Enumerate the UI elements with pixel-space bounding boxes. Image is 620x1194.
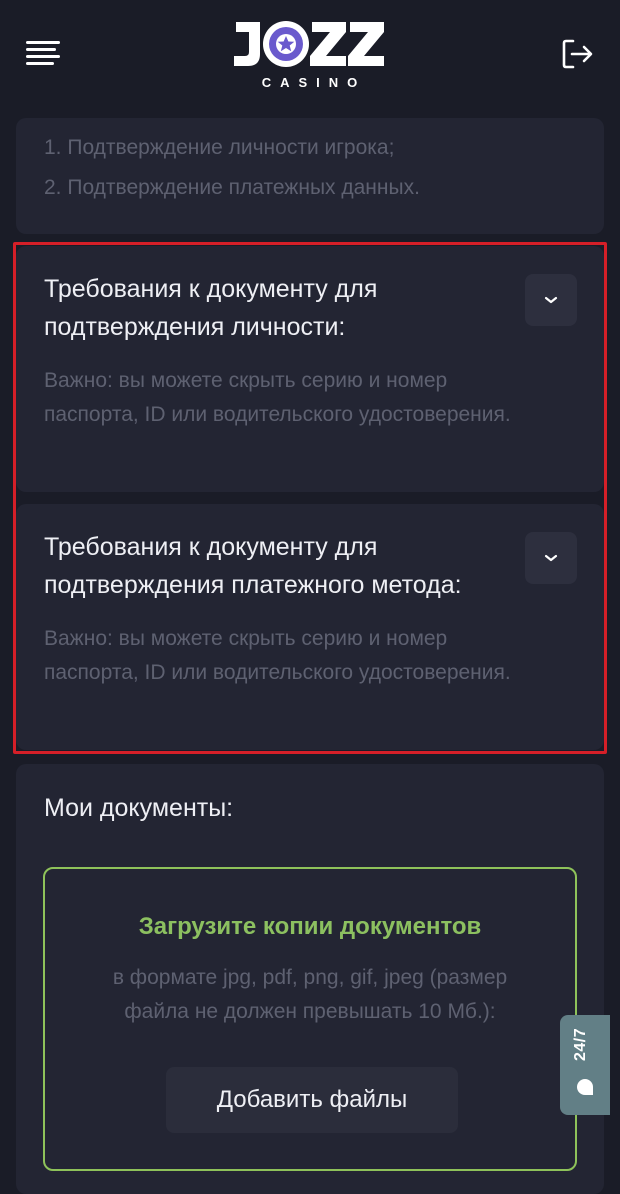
upload-dropzone[interactable]: Загрузите копии документов в формате jpg… <box>43 867 577 1171</box>
menu-icon[interactable] <box>26 41 62 67</box>
accordion-title: Требования к документу для подтверждения… <box>44 533 462 599</box>
verification-steps-card: 1. Подтверждение личности игрока; 2. Под… <box>16 118 604 234</box>
my-documents-card: Мои документы: Загрузите копии документо… <box>16 764 604 1194</box>
logo-graphic: CASINO <box>234 21 384 90</box>
chat-bubble-icon <box>577 1079 593 1095</box>
expand-button[interactable] <box>525 532 577 584</box>
add-files-button[interactable]: Добавить файлы <box>166 1067 458 1133</box>
menu-icon-line <box>26 48 56 51</box>
accordion-note: Важно: вы можете скрыть серию и номер па… <box>44 369 511 426</box>
upload-title: Загрузите копии документов <box>138 913 482 940</box>
jozz-casino-logo[interactable]: CASINO <box>230 14 390 94</box>
accordion-note: Важно: вы можете скрыть серию и номер па… <box>44 627 511 684</box>
support-chat-tab[interactable]: 24/7 <box>560 1015 610 1115</box>
verification-step: 1. Подтверждение личности игрока; <box>44 136 395 159</box>
section-title: Мои документы: <box>44 794 234 822</box>
identity-requirements-accordion[interactable]: Требования к документу для подтверждения… <box>16 246 604 492</box>
menu-icon-line <box>26 41 60 44</box>
menu-icon-line <box>26 55 60 58</box>
logo-subtitle: CASINO <box>262 75 367 90</box>
payment-requirements-accordion[interactable]: Требования к документу для подтверждения… <box>16 504 604 750</box>
accordion-title: Требования к документу для подтверждения… <box>44 275 378 341</box>
menu-icon-line <box>26 62 54 65</box>
top-bar: CASINO <box>0 0 620 110</box>
chevron-down-icon <box>544 554 558 562</box>
chevron-down-icon <box>544 296 558 304</box>
support-label: 24/7 <box>572 1027 589 1061</box>
verification-step: 2. Подтверждение платежных данных. <box>44 176 420 199</box>
logout-icon[interactable] <box>559 36 595 72</box>
upload-note: в формате jpg, pdf, png, gif, jpeg (разм… <box>112 966 508 1023</box>
expand-button[interactable] <box>525 274 577 326</box>
